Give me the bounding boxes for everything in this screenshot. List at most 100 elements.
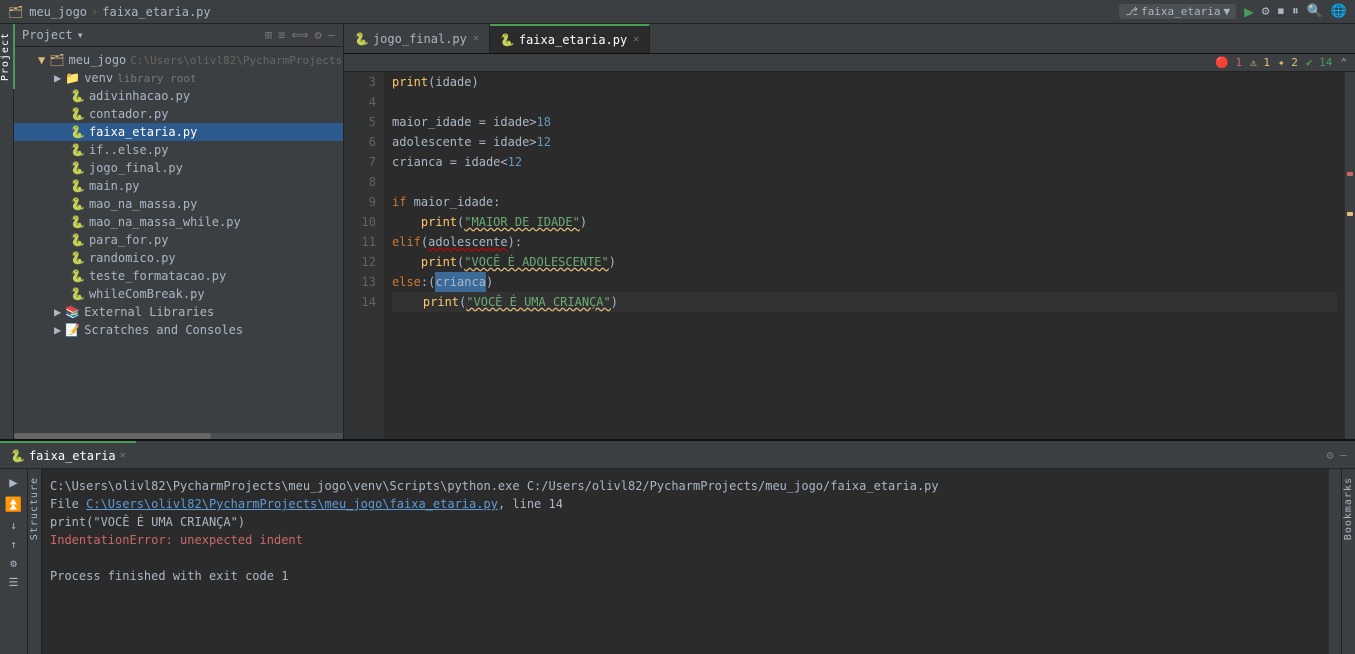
tree-item-external-libs[interactable]: ▶ 📚 External Libraries (14, 303, 343, 321)
bottom-actions: ⚙ — (1327, 448, 1355, 462)
py-file-icon: 🐍 (70, 215, 85, 229)
settings-icon[interactable]: ⚙ (1327, 448, 1334, 462)
scroll-up-button[interactable]: ↑ (10, 538, 17, 551)
ext-lib-icon: 📚 (65, 305, 80, 319)
bottom-right-strip (1329, 469, 1341, 654)
output-exit-code: Process finished with exit code 1 (50, 569, 288, 583)
tree-item-adivinhacao[interactable]: 🐍 adivinhacao.py (14, 87, 343, 105)
tree-item-faixa-etaria[interactable]: 🐍 faixa_etaria.py (14, 123, 343, 141)
chevron-right-icon: ▶ (54, 323, 61, 337)
token: = (471, 112, 493, 132)
soft-wrap-button[interactable]: ⚙ (10, 557, 17, 570)
token: elif (392, 232, 421, 252)
globe-icon[interactable]: 🌐 (1331, 4, 1347, 19)
warning-count-badge: ⚠ 1 (1250, 56, 1270, 69)
tree-item-teste-formatacao[interactable]: 🐍 teste_formatacao.py (14, 267, 343, 285)
tree-item-para-for[interactable]: 🐍 para_for.py (14, 231, 343, 249)
breadcrumb-file[interactable]: faixa_etaria.py (102, 5, 210, 19)
token: ( (457, 212, 464, 232)
breadcrumb-project[interactable]: meu_jogo (29, 5, 87, 19)
ln-6: 6 (344, 132, 376, 152)
error-indicator (1347, 172, 1353, 176)
tree-item-scratches[interactable]: ▶ 📝 Scratches and Consoles (14, 321, 343, 339)
file-tree: ▼ 🗂 meu_jogo C:\Users\olivl82\PycharmPro… (14, 47, 343, 433)
side-tab-project[interactable]: Project (0, 24, 15, 89)
venv-icon: 📁 (65, 71, 80, 85)
run-again-button[interactable]: ▶ (9, 475, 17, 491)
py-file-icon: 🐍 (70, 125, 85, 139)
main-layout: Project Project ▾ ⊞ ≡ ⟺ ⚙ — ▼ 🗂 meu_jogo (0, 24, 1355, 439)
bookmarks-side-tab: Bookmarks (1341, 469, 1355, 654)
bookmarks-tab-label[interactable]: Bookmarks (1341, 469, 1355, 548)
bottom-tab-close[interactable]: ✕ (120, 450, 126, 461)
py-file-icon: 🐍 (70, 107, 85, 121)
tree-item-mao-na-massa-while[interactable]: 🐍 mao_na_massa_while.py (14, 213, 343, 231)
tab-jogo-final[interactable]: 🐍 jogo_final.py ✕ (344, 24, 490, 53)
tree-item-mao-na-massa[interactable]: 🐍 mao_na_massa.py (14, 195, 343, 213)
tree-item-venv[interactable]: ▶ 📁 venv library root (14, 69, 343, 87)
token: "VOCÊ É ADOLESCENTE" (464, 252, 609, 272)
token: print (421, 212, 457, 232)
token: ( (457, 252, 464, 272)
scratch-icon: 📝 (65, 323, 80, 337)
tree-item-meu-jogo[interactable]: ▼ 🗂 meu_jogo C:\Users\olivl82\PycharmPro… (14, 51, 343, 69)
token: if (392, 192, 406, 212)
file-panel-actions: ⊞ ≡ ⟺ ⚙ — (265, 28, 335, 42)
ln-4: 4 (344, 92, 376, 112)
folder-open-icon: ▼ (38, 53, 45, 67)
run-button[interactable]: ▶ (1244, 2, 1254, 21)
tree-item-jogo-final[interactable]: 🐍 jogo_final.py (14, 159, 343, 177)
panel-action-0[interactable]: ⊞ (265, 28, 272, 42)
bottom-side-labels: Structure (28, 469, 42, 654)
panel-collapse-icon[interactable]: — (328, 28, 335, 42)
tab-faixa-etaria[interactable]: 🐍 faixa_etaria.py ✕ (490, 24, 650, 53)
expand-icon[interactable]: ⌃ (1340, 56, 1347, 69)
pause-icon[interactable]: ⏸ (1292, 4, 1299, 19)
branch-name: faixa_etaria (1141, 5, 1220, 18)
search-icon[interactable]: 🔍 (1307, 4, 1323, 19)
structure-tab[interactable]: Structure (27, 469, 42, 548)
code-line-3: print(idade) (392, 72, 1337, 92)
panel-settings-icon[interactable]: ⚙ (315, 28, 322, 42)
token: crianca (435, 272, 486, 292)
tree-item-main[interactable]: 🐍 main.py (14, 177, 343, 195)
tree-item-if-else[interactable]: 🐍 if..else.py (14, 141, 343, 159)
tree-label-while-com-break: whileComBreak.py (89, 287, 205, 301)
scroll-top-button[interactable]: ⏫ (5, 497, 22, 513)
close-panel-icon[interactable]: — (1340, 448, 1347, 462)
code-container: 3 4 5 6 7 8 9 10 11 12 13 14 print(idade… (344, 72, 1355, 439)
tree-label-if-else: if..else.py (89, 143, 168, 157)
chevron-right-icon: ▶ (54, 305, 61, 319)
ln-7: 7 (344, 152, 376, 172)
tree-item-contador[interactable]: 🐍 contador.py (14, 105, 343, 123)
settings-icon[interactable]: ⚙ (1262, 4, 1270, 19)
branch-selector[interactable]: ⎇ faixa_etaria ▼ (1119, 4, 1236, 19)
tree-item-randomico[interactable]: 🐍 randomico.py (14, 249, 343, 267)
tab-close-jogo-final[interactable]: ✕ (473, 33, 479, 44)
token: "MAIOR DE IDADE" (464, 212, 580, 232)
panel-action-2[interactable]: ⟺ (291, 28, 308, 42)
tab-close-faixa-etaria[interactable]: ✕ (633, 34, 639, 45)
token: idade (493, 112, 529, 132)
panel-action-1[interactable]: ≡ (278, 28, 285, 42)
output-code-detail: print("VOCÊ É UMA CRIANÇA") (50, 515, 245, 529)
scroll-down-button[interactable]: ↓ (10, 519, 17, 532)
bottom-tab-run[interactable]: 🐍 faixa_etaria ✕ (0, 441, 136, 468)
tree-item-while-com-break[interactable]: 🐍 whileComBreak.py (14, 285, 343, 303)
stop-icon[interactable]: ⏹ (1278, 4, 1285, 19)
ln-14: 14 (344, 292, 376, 312)
output-file-link[interactable]: C:\Users\olivl82\PycharmProjects\meu_jog… (86, 497, 498, 511)
token: maior_idade (406, 192, 493, 212)
code-editor[interactable]: print(idade) maior_idade = idade>18 adol… (384, 72, 1345, 439)
project-icon: 🗂 (8, 5, 23, 19)
filter-button[interactable]: ☰ (9, 576, 19, 589)
token: print (423, 292, 459, 312)
project-dropdown-icon[interactable]: ▾ (77, 28, 84, 42)
token: "VOCÊ É UMA CRIANÇA" (466, 292, 611, 312)
file-panel-scrollbar[interactable] (14, 433, 343, 439)
token: > (529, 132, 536, 152)
token: ( (428, 72, 435, 92)
code-line-12: print("VOCÊ É ADOLESCENTE") (392, 252, 1337, 272)
tab-label-jogo-final: jogo_final.py (373, 32, 467, 46)
token: :( (421, 272, 435, 292)
